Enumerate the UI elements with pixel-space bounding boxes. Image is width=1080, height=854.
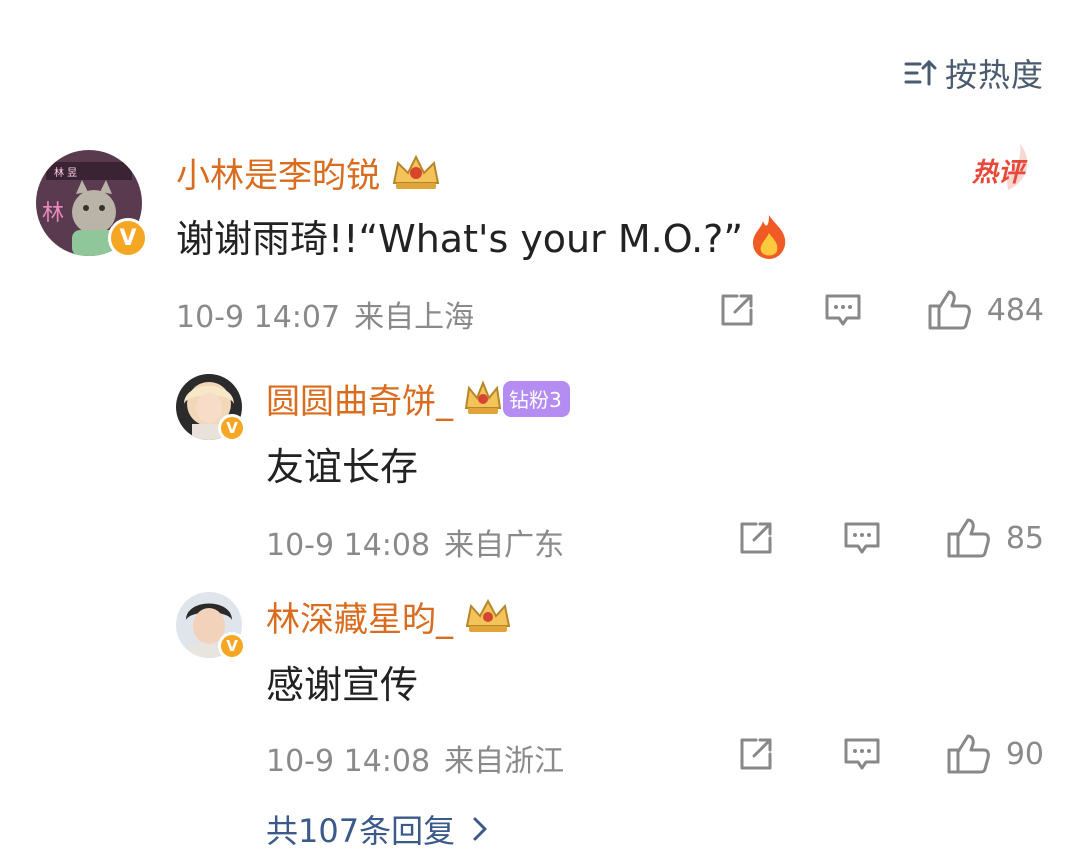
sort-label: 按热度 xyxy=(944,56,1044,94)
thumbs-up-icon xyxy=(947,734,990,774)
share-button[interactable] xyxy=(734,518,778,558)
like-button[interactable]: 85 xyxy=(946,516,1044,560)
comment-icon xyxy=(844,522,880,554)
username[interactable]: 林深藏星昀_ xyxy=(266,592,453,641)
thumbs-up-icon xyxy=(947,518,990,558)
username[interactable]: 小林是李昀锐 xyxy=(176,148,380,197)
comment-button[interactable] xyxy=(821,290,865,330)
view-all-replies-link[interactable]: 共107条回复 xyxy=(266,806,489,852)
comment-date: 10-9 14:07 xyxy=(176,300,341,335)
comment-button[interactable] xyxy=(840,518,884,558)
chevron-right-icon xyxy=(473,817,487,841)
comment-button[interactable] xyxy=(840,734,884,774)
fire-icon xyxy=(753,214,786,259)
like-count: 85 xyxy=(1005,520,1044,556)
comment-text: 友谊长存 xyxy=(266,445,419,489)
comment-icon xyxy=(825,294,861,326)
share-icon xyxy=(740,522,772,554)
avatar[interactable]: V xyxy=(176,592,246,660)
like-count: 90 xyxy=(1005,736,1044,772)
verified-badge-icon: V xyxy=(218,632,246,660)
hot-comment-label: 热评 xyxy=(971,158,1024,188)
comment-location: 来自广东 xyxy=(444,528,565,563)
svg-text:林: 林 xyxy=(42,201,64,226)
share-icon xyxy=(740,738,772,770)
comment-location: 来自上海 xyxy=(354,300,475,335)
more-replies-label: 共107条回复 xyxy=(266,812,456,850)
comment-location: 来自浙江 xyxy=(444,744,565,779)
comment-date: 10-9 14:08 xyxy=(266,744,431,779)
crown-icon xyxy=(392,154,440,189)
avatar[interactable]: 林 昱 林 V xyxy=(36,150,148,258)
share-icon xyxy=(721,294,753,326)
comment-text: 谢谢雨琦!!“What's your M.O.?” xyxy=(176,217,744,261)
crown-icon xyxy=(465,598,511,632)
comment-text: 感谢宣传 xyxy=(266,663,419,707)
like-count: 484 xyxy=(986,292,1044,328)
username[interactable]: 圆圆曲奇饼_ xyxy=(266,374,453,423)
thumbs-up-icon xyxy=(928,290,971,330)
comment-date: 10-9 14:08 xyxy=(266,528,431,563)
like-button[interactable]: 90 xyxy=(946,732,1044,776)
verified-badge-icon: V xyxy=(108,218,148,258)
fan-level-badge: 钻粉3 xyxy=(503,380,570,417)
comment-icon xyxy=(844,738,880,770)
verified-badge-icon: V xyxy=(218,414,246,442)
sort-by-hot-button[interactable]: 按热度 xyxy=(903,50,1044,96)
crown-icon xyxy=(464,379,502,414)
avatar[interactable]: V xyxy=(176,374,246,442)
svg-text:林 昱: 林 昱 xyxy=(54,166,77,179)
like-button[interactable]: 484 xyxy=(927,288,1044,332)
share-button[interactable] xyxy=(715,290,759,330)
share-button[interactable] xyxy=(734,734,778,774)
sort-icon xyxy=(904,59,937,86)
